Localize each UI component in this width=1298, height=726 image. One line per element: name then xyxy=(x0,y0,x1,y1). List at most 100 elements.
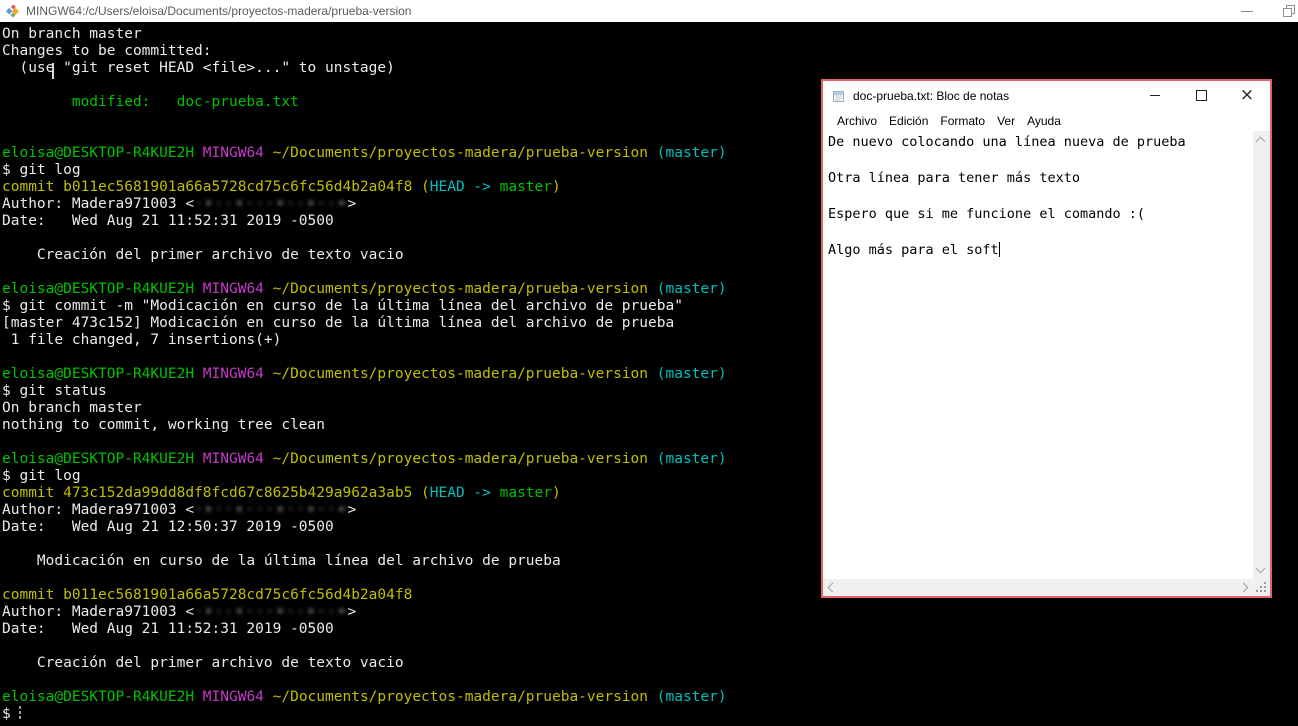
notepad-text-area[interactable]: De nuevo colocando una línea nueva de pr… xyxy=(823,131,1253,579)
notepad-line xyxy=(828,223,1253,241)
terminal-line: Date: Wed Aug 21 11:52:31 2019 -0500 xyxy=(2,621,1298,638)
terminal-text-segment: $ git commit -m "Modicación en curso de … xyxy=(2,298,683,314)
terminal-line: Author: Madera971003 <·•··•···•··•··•> xyxy=(2,604,1298,621)
terminal-text-segment: $ git log xyxy=(2,468,81,484)
mouse-ibeam-cursor xyxy=(52,63,54,79)
menu-item-archivo[interactable]: Archivo xyxy=(831,114,883,128)
notepad-line xyxy=(828,151,1253,169)
terminal-text-segment: commit b011ec5681901a66a5728cd75c6fc56d4… xyxy=(2,587,413,603)
terminal-text-segment: Changes to be committed: xyxy=(2,43,212,59)
terminal-text-segment: [master 473c152] Modicación en curso de … xyxy=(2,315,675,331)
terminal-text-segment: ) xyxy=(552,485,561,501)
terminal-line: Changes to be committed: xyxy=(2,43,1298,60)
terminal-titlebar[interactable]: MINGW64:/c/Users/eloisa/Documents/proyec… xyxy=(0,0,1298,22)
menu-item-formato[interactable]: Formato xyxy=(934,114,991,128)
terminal-text-segment: MINGW64 xyxy=(202,366,273,382)
terminal-text-segment: master xyxy=(499,179,552,195)
terminal-text-segment: Author: Madera971003 < xyxy=(2,502,195,518)
terminal-text-segment: (use "git reset HEAD <file>..." to unsta… xyxy=(2,60,395,76)
terminal-text-segment: $ xyxy=(2,706,20,722)
terminal-text-segment: eloisa@DESKTOP-R4KUE2H xyxy=(2,689,203,705)
desktop: MINGW64:/c/Users/eloisa/Documents/proyec… xyxy=(0,0,1298,726)
terminal-text-segment: Creación del primer archivo de texto vac… xyxy=(2,655,404,671)
close-icon: × xyxy=(1239,85,1255,105)
notepad-body: De nuevo colocando una línea nueva de pr… xyxy=(823,131,1270,596)
terminal-text-segment: master xyxy=(499,485,552,501)
terminal-text-segment: ~/Documents/proyectos-madera/prueba-vers… xyxy=(272,366,657,382)
notepad-line xyxy=(828,187,1253,205)
terminal-text-segment: eloisa@DESKTOP-R4KUE2H xyxy=(2,145,203,161)
terminal-text-segment: MINGW64 xyxy=(202,451,273,467)
terminal-text-segment: ~/Documents/proyectos-madera/prueba-vers… xyxy=(272,451,657,467)
terminal-line: On branch master xyxy=(2,26,1298,43)
terminal-title: MINGW64:/c/Users/eloisa/Documents/proyec… xyxy=(26,4,412,18)
terminal-text-segment: eloisa@DESKTOP-R4KUE2H xyxy=(2,451,203,467)
terminal-text-segment: commit b011ec5681901a66a5728cd75c6fc56d4… xyxy=(2,179,430,195)
terminal-text-segment: commit 473c152da99dd8df8fcd67c8625b429a9… xyxy=(2,485,430,501)
terminal-text-segment: (master) xyxy=(656,145,727,161)
notepad-maximize-button[interactable] xyxy=(1178,81,1224,110)
notepad-line: De nuevo colocando una línea nueva de pr… xyxy=(828,134,1186,150)
notepad-line: Otra línea para tener más texto xyxy=(828,170,1080,186)
redacted-email: ·•··•···•··•··• xyxy=(194,196,348,212)
terminal-text-segment: MINGW64 xyxy=(202,281,273,297)
terminal-text-segment: Creación del primer archivo de texto vac… xyxy=(2,247,404,263)
terminal-text-segment: $ git status xyxy=(2,383,107,399)
terminal-text-segment: $ git log xyxy=(2,162,81,178)
terminal-text-segment: Date: Wed Aug 21 11:52:31 2019 -0500 xyxy=(2,213,334,229)
terminal-text-segment: eloisa@DESKTOP-R4KUE2H xyxy=(2,281,203,297)
notepad-titlebar[interactable]: doc-prueba.txt: Bloc de notas × xyxy=(823,81,1270,110)
terminal-text-segment: ~/Documents/proyectos-madera/prueba-vers… xyxy=(272,281,657,297)
terminal-text-segment: > xyxy=(347,604,357,620)
terminal-text-segment: (master) xyxy=(656,451,727,467)
menu-item-edicion[interactable]: Edición xyxy=(883,114,934,128)
terminal-line: eloisa@DESKTOP-R4KUE2H MINGW64 ~/Documen… xyxy=(2,689,1298,706)
scroll-left-button[interactable] xyxy=(827,582,838,593)
terminal-text-segment: HEAD -> xyxy=(429,485,500,501)
scroll-up-button[interactable] xyxy=(1255,136,1266,147)
minimize-icon xyxy=(1150,95,1160,96)
terminal-text-segment: Author: Madera971003 < xyxy=(2,604,195,620)
redacted-email: ·•··•···•··•··• xyxy=(194,604,348,620)
resize-grip[interactable] xyxy=(1253,579,1270,596)
notepad-title: doc-prueba.txt: Bloc de notas xyxy=(853,88,1010,103)
redacted-email: ·•··•···•··•··• xyxy=(194,502,348,518)
notepad-close-button[interactable]: × xyxy=(1224,81,1270,110)
terminal-text-segment: nothing to commit, working tree clean xyxy=(2,417,326,433)
notepad-vscrollbar[interactable] xyxy=(1253,131,1270,579)
terminal-line: Creación del primer archivo de texto vac… xyxy=(2,655,1298,672)
terminal-text-segment: > xyxy=(347,502,357,518)
menu-item-ayuda[interactable]: Ayuda xyxy=(1021,114,1067,128)
terminal-text-segment: Date: Wed Aug 21 11:52:31 2019 -0500 xyxy=(2,621,334,637)
notepad-menubar: Archivo Edición Formato Ver Ayuda xyxy=(823,110,1270,132)
terminal-text-segment: Date: Wed Aug 21 12:50:37 2019 -0500 xyxy=(2,519,334,535)
notepad-icon xyxy=(832,89,846,103)
terminal-text-segment: (master) xyxy=(656,366,727,382)
terminal-text-segment: > xyxy=(347,196,357,212)
terminal-text-segment: 1 file changed, 7 insertions(+) xyxy=(2,332,282,348)
terminal-text-segment: MINGW64 xyxy=(202,689,273,705)
menu-item-ver[interactable]: Ver xyxy=(991,114,1021,128)
terminal-text-segment: modified: doc-prueba.txt xyxy=(2,94,299,110)
terminal-text-segment: HEAD -> xyxy=(429,179,500,195)
terminal-line: $ xyxy=(2,706,1298,723)
terminal-text-segment: ~/Documents/proyectos-madera/prueba-vers… xyxy=(272,689,657,705)
notepad-minimize-button[interactable] xyxy=(1132,81,1178,110)
notepad-window-controls: × xyxy=(1132,81,1270,110)
scroll-down-button[interactable] xyxy=(1255,563,1266,574)
restore-icon[interactable] xyxy=(1283,5,1295,17)
notepad-line: Espero que si me funcione el comando :( xyxy=(828,206,1145,222)
scroll-right-button[interactable] xyxy=(1238,582,1249,593)
notepad-line: Algo más para el soft xyxy=(828,242,1000,258)
terminal-text-segment: On branch master xyxy=(2,26,142,42)
notepad-hscrollbar[interactable] xyxy=(823,579,1253,596)
terminal-text-segment: Author: Madera971003 < xyxy=(2,196,195,212)
terminal-text-segment: On branch master xyxy=(2,400,142,416)
notepad-window: doc-prueba.txt: Bloc de notas × Archivo E… xyxy=(821,79,1272,598)
minimize-icon[interactable] xyxy=(1241,11,1253,12)
terminal-text-segment: (master) xyxy=(656,689,727,705)
maximize-icon xyxy=(1195,90,1207,101)
terminal-line: (use "git reset HEAD <file>..." to unsta… xyxy=(2,60,1298,77)
terminal-text-segment: ) xyxy=(552,179,561,195)
